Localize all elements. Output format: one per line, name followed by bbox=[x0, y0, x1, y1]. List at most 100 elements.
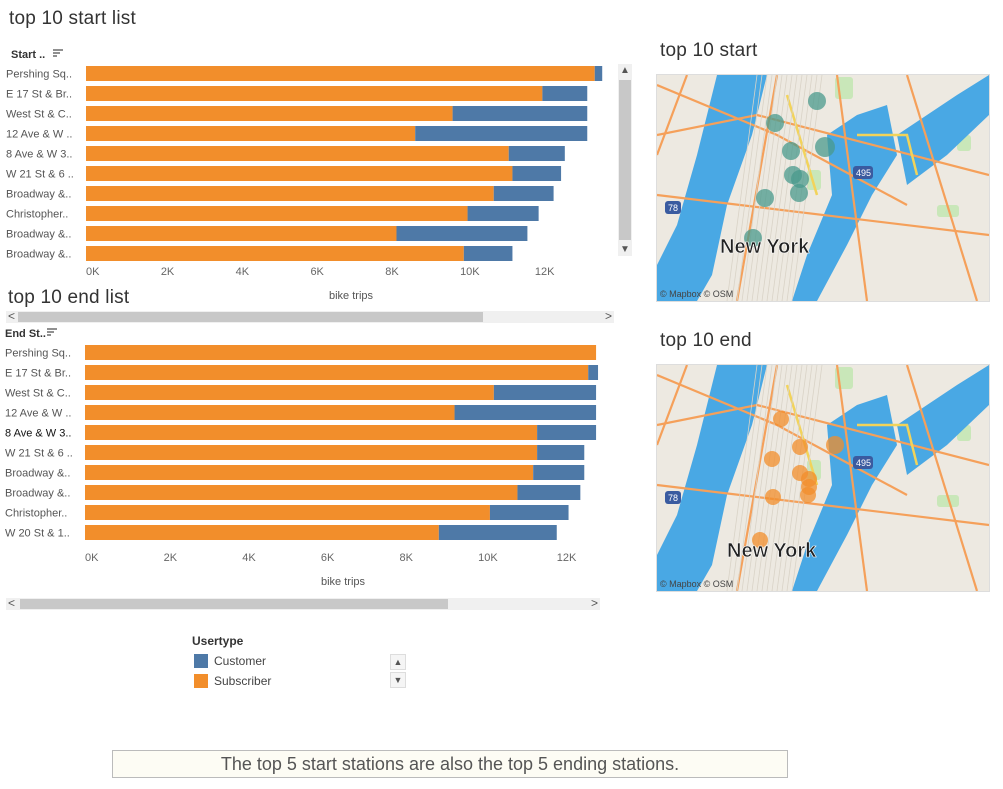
bar-subscriber bbox=[86, 86, 543, 101]
highway-shield-icon: 495 bbox=[853, 166, 873, 179]
legend-swatch-subscriber bbox=[194, 674, 208, 688]
bar-customer bbox=[508, 146, 565, 161]
station-marker[interactable] bbox=[815, 137, 835, 157]
legend-label-subscriber: Subscriber bbox=[214, 674, 272, 688]
scroll-down-icon[interactable]: ▼ bbox=[620, 244, 630, 255]
category-label: W 21 St & 6 .. bbox=[5, 448, 73, 460]
scroll-left-icon[interactable]: < bbox=[8, 309, 15, 323]
start-map[interactable]: 495 78 New York © Mapbox © OSM bbox=[656, 74, 990, 302]
scroll-up-icon[interactable]: ▲ bbox=[620, 65, 630, 76]
bar-customer bbox=[537, 445, 585, 460]
legend-label-customer: Customer bbox=[214, 654, 267, 668]
bar-customer bbox=[594, 66, 603, 81]
end-map-canvas[interactable]: 495 78 New York © Mapbox © OSM bbox=[657, 365, 989, 591]
legend-item-subscriber[interactable]: Subscriber bbox=[194, 674, 271, 688]
legend-scroll-down-icon[interactable]: ▼ bbox=[390, 672, 406, 688]
legend-item-customer[interactable]: Customer bbox=[194, 654, 266, 668]
category-label: Broadway &.. bbox=[5, 468, 70, 480]
x-tick-label: 0K bbox=[85, 552, 99, 564]
map-attribution: © Mapbox © OSM bbox=[660, 289, 733, 299]
category-label: Christopher.. bbox=[5, 508, 67, 520]
bar-customer bbox=[463, 246, 513, 261]
scroll-right-icon[interactable]: > bbox=[605, 309, 612, 323]
category-label: West St & C.. bbox=[6, 109, 72, 121]
bar-subscriber bbox=[86, 226, 397, 241]
station-marker[interactable] bbox=[808, 92, 826, 110]
x-tick-label: 10K bbox=[478, 552, 498, 564]
category-label: 8 Ave & W 3.. bbox=[6, 149, 72, 161]
bar-subscriber bbox=[86, 246, 464, 261]
bar-subscriber bbox=[85, 345, 597, 360]
legend-swatch-customer bbox=[194, 654, 208, 668]
station-marker[interactable] bbox=[756, 189, 774, 207]
station-marker[interactable] bbox=[765, 489, 781, 505]
x-axis-label: bike trips bbox=[321, 576, 366, 588]
bar-customer bbox=[489, 505, 569, 520]
end-list-hscroll-thumb[interactable] bbox=[20, 599, 448, 609]
bar-subscriber bbox=[86, 126, 416, 141]
start-list-vscroll[interactable]: ▲ ▼ bbox=[618, 64, 632, 256]
end-map-title: top 10 end bbox=[660, 330, 752, 351]
annotation-note: The top 5 start stations are also the to… bbox=[112, 750, 788, 778]
bar-customer bbox=[512, 166, 562, 181]
station-marker[interactable] bbox=[766, 114, 784, 132]
end-map[interactable]: 495 78 New York © Mapbox © OSM bbox=[656, 364, 990, 592]
station-marker[interactable] bbox=[764, 451, 780, 467]
city-label: New York bbox=[727, 540, 817, 562]
highway-shield-icon: 78 bbox=[665, 491, 681, 504]
x-tick-label: 10K bbox=[460, 266, 480, 278]
x-tick-label: 8K bbox=[385, 266, 399, 278]
category-label: Pershing Sq.. bbox=[6, 69, 72, 81]
bar-subscriber bbox=[85, 485, 518, 500]
bar-subscriber bbox=[86, 166, 513, 181]
start-list-vscroll-thumb[interactable] bbox=[619, 80, 631, 240]
category-label: E 17 St & Br.. bbox=[6, 89, 72, 101]
bar-subscriber bbox=[85, 405, 455, 420]
bar-customer bbox=[452, 106, 588, 121]
x-tick-label: 12K bbox=[557, 552, 577, 564]
legend-scroll-up-icon[interactable]: ▲ bbox=[390, 654, 406, 670]
bar-subscriber bbox=[85, 425, 538, 440]
bar-customer bbox=[467, 206, 539, 221]
scroll-right-icon[interactable]: > bbox=[591, 596, 598, 610]
start-map-title: top 10 start bbox=[660, 40, 758, 61]
scroll-left-icon[interactable]: < bbox=[8, 596, 15, 610]
bar-subscriber bbox=[86, 206, 468, 221]
bar-subscriber bbox=[85, 385, 494, 400]
category-label: E 17 St & Br.. bbox=[5, 368, 71, 380]
sort-icon[interactable] bbox=[53, 49, 63, 57]
bar-customer bbox=[537, 425, 597, 440]
station-marker[interactable] bbox=[800, 487, 816, 503]
bar-customer bbox=[533, 465, 585, 480]
station-marker[interactable] bbox=[782, 142, 800, 160]
start-map-canvas[interactable]: 495 78 New York © Mapbox © OSM bbox=[657, 75, 989, 301]
x-tick-label: 4K bbox=[242, 552, 256, 564]
bar-subscriber bbox=[85, 445, 538, 460]
start-list-title: top 10 start list bbox=[9, 8, 136, 29]
x-tick-label: 2K bbox=[161, 266, 175, 278]
bar-subscriber bbox=[85, 525, 439, 540]
category-label: 8 Ave & W 3.. bbox=[5, 428, 71, 440]
category-label: W 21 St & 6 .. bbox=[6, 169, 74, 181]
bar-subscriber bbox=[86, 106, 453, 121]
bar-subscriber bbox=[86, 146, 509, 161]
legend-title: Usertype bbox=[192, 634, 244, 648]
category-label: Christopher.. bbox=[6, 209, 68, 221]
end-list-hscroll[interactable]: < > bbox=[6, 596, 600, 610]
sort-icon[interactable] bbox=[47, 328, 57, 336]
start-list-hscroll-thumb[interactable] bbox=[18, 312, 483, 322]
highway-shield-text: 78 bbox=[668, 493, 678, 503]
category-header: Start .. bbox=[11, 49, 45, 61]
bar-subscriber bbox=[85, 365, 589, 380]
bar-customer bbox=[588, 365, 599, 380]
highway-shield-text: 495 bbox=[856, 458, 871, 468]
category-label: Broadway &.. bbox=[5, 488, 70, 500]
station-marker[interactable] bbox=[790, 184, 808, 202]
start-list-hscroll[interactable]: < > bbox=[6, 309, 614, 323]
end-bar-chart: End St.. Pershing Sq.. E 17 St & Br.. West … bbox=[5, 328, 599, 588]
bar-customer bbox=[454, 405, 597, 420]
highway-shield-text: 495 bbox=[856, 168, 871, 178]
station-marker[interactable] bbox=[773, 411, 789, 427]
station-marker[interactable] bbox=[792, 439, 808, 455]
station-marker[interactable] bbox=[826, 436, 844, 454]
